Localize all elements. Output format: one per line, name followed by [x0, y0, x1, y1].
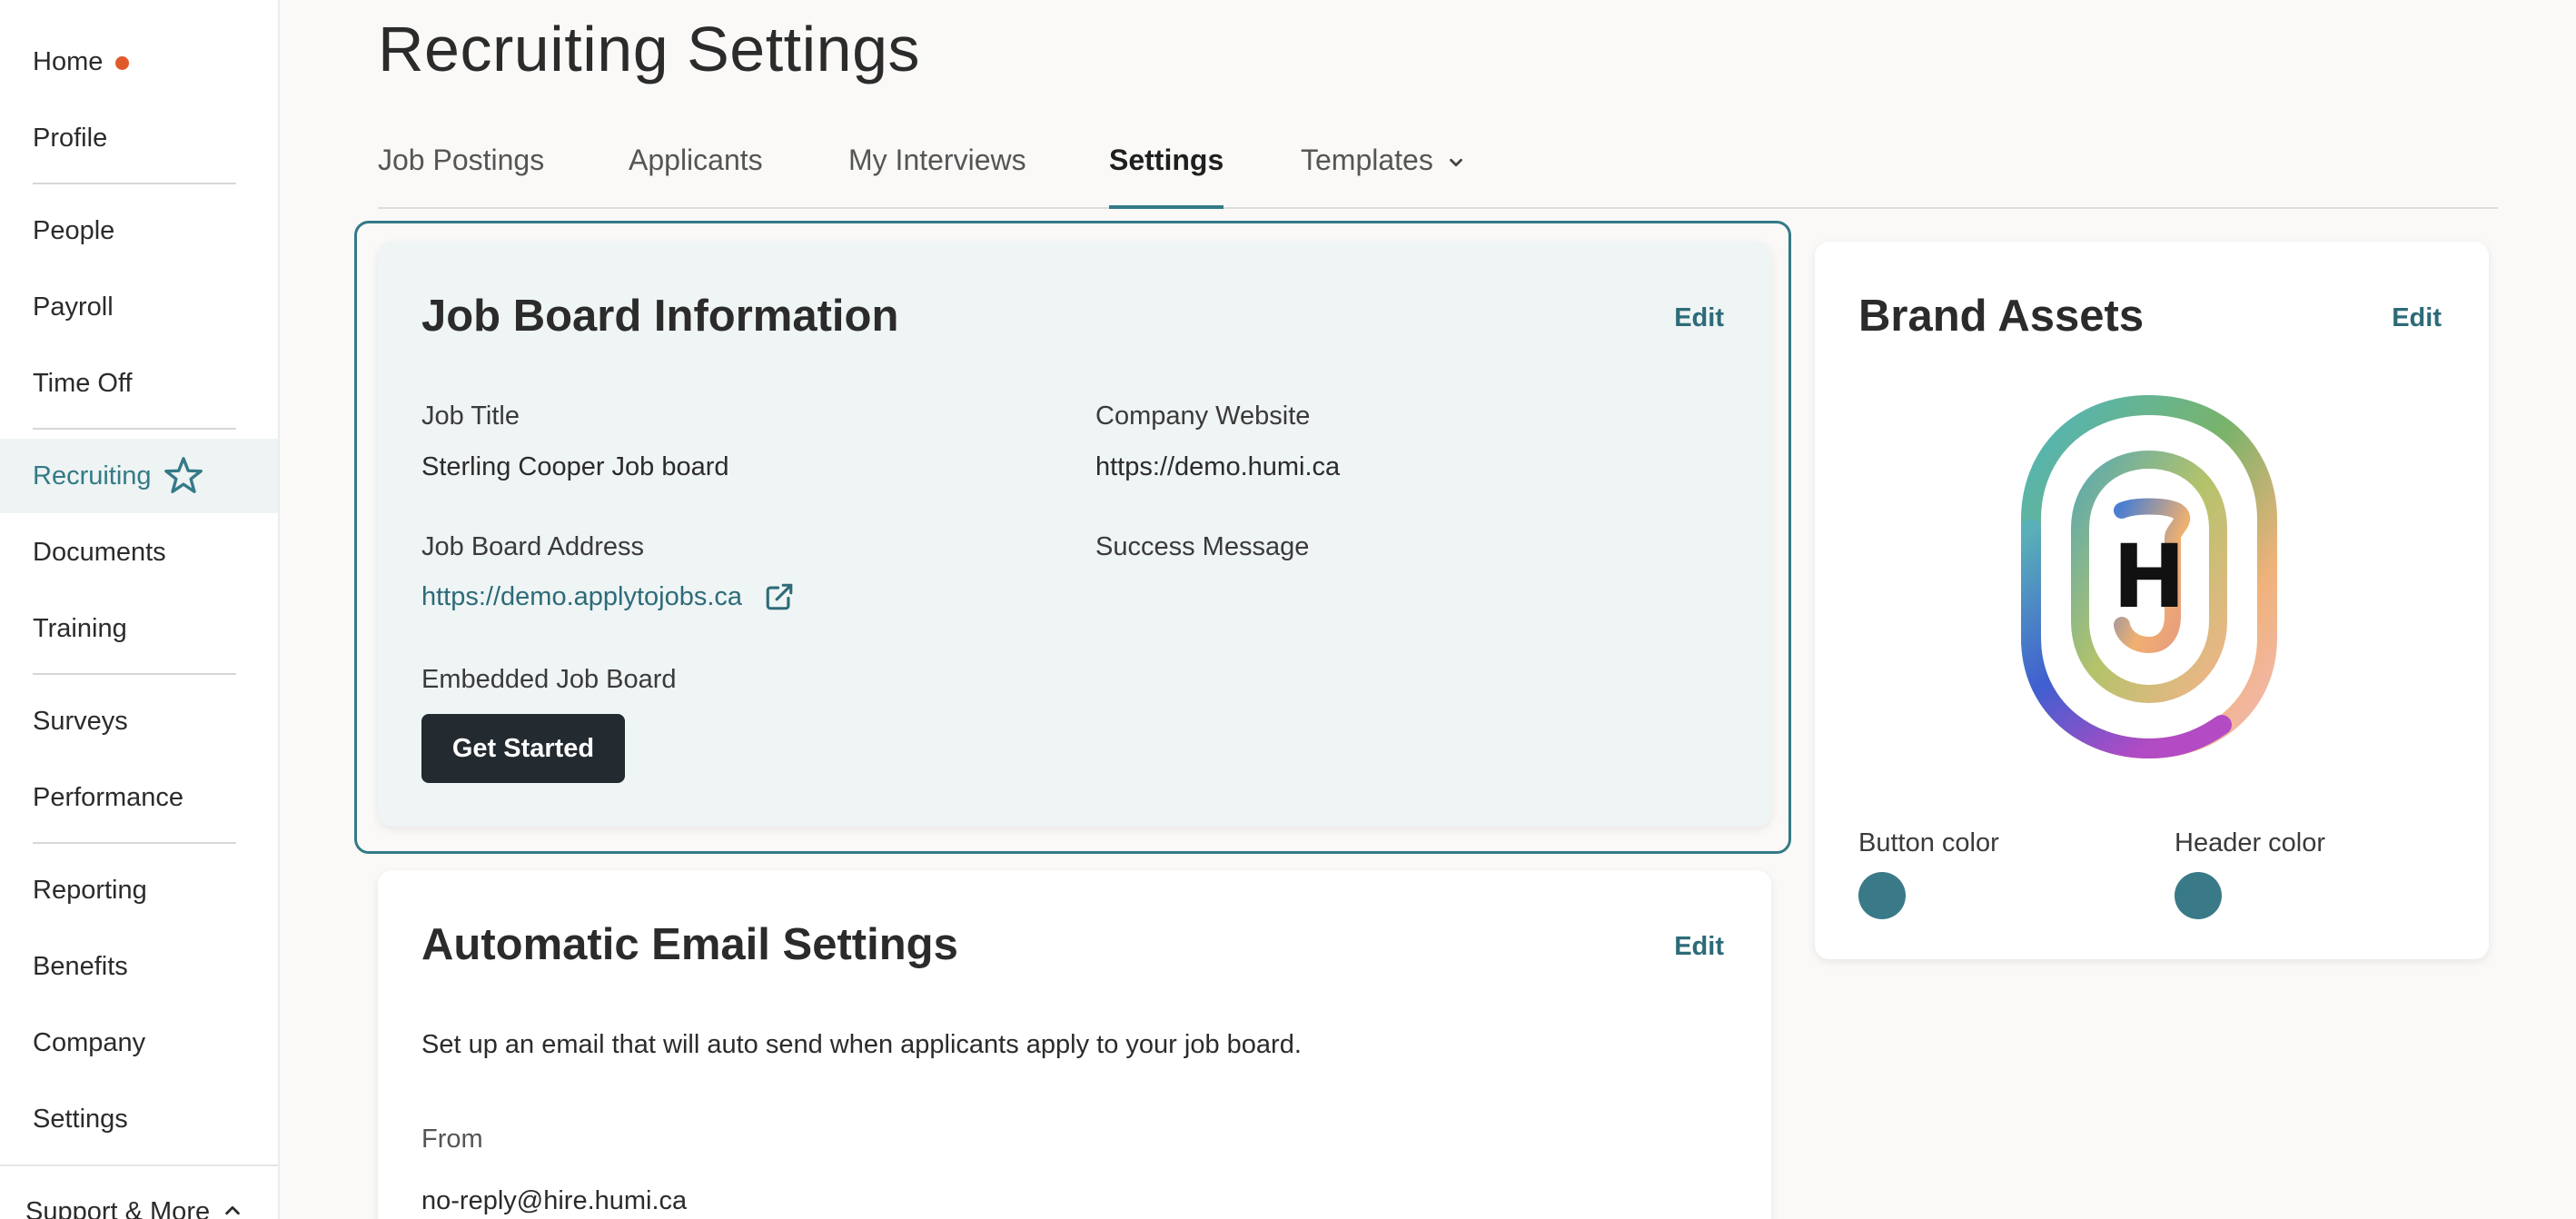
card-title: Job Board Information: [421, 292, 899, 341]
star-icon[interactable]: [163, 455, 204, 497]
button-color-label: Button color: [1858, 828, 1999, 857]
card-title: Automatic Email Settings: [421, 920, 958, 969]
sidebar-divider: [33, 428, 236, 430]
from-label: From: [421, 1125, 483, 1154]
card-title: Brand Assets: [1858, 292, 2145, 341]
sidebar-item-label: Reporting: [33, 875, 147, 905]
brand-logo-icon: H: [2021, 395, 2277, 759]
job-board-address-value: https://demo.applytojobs.ca: [421, 581, 743, 611]
notification-dot-icon: [115, 55, 130, 70]
from-value: no-reply@hire.humi.ca: [421, 1186, 688, 1215]
brand-assets-card: Brand Assets Edit H Button color Header …: [1815, 242, 2489, 959]
success-message-label: Success Message: [1095, 532, 1310, 561]
sidebar-item-payroll[interactable]: Payroll: [0, 270, 278, 344]
sidebar-item-people[interactable]: People: [0, 193, 278, 268]
sidebar-item-label: Settings: [33, 1104, 128, 1134]
sidebar-item-label: Benefits: [33, 951, 128, 981]
tab-label: Templates: [1301, 144, 1433, 176]
sidebar-item-company[interactable]: Company: [0, 1006, 278, 1080]
sidebar-divider: [33, 842, 236, 844]
tab-settings[interactable]: Settings: [1109, 144, 1224, 209]
external-link-icon[interactable]: [764, 581, 795, 612]
sidebar-item-reporting[interactable]: Reporting: [0, 853, 278, 927]
sidebar-item-profile[interactable]: Profile: [0, 101, 278, 175]
sidebar-divider: [33, 183, 236, 184]
sidebar-item-label: Home: [33, 46, 104, 76]
page-title: Recruiting Settings: [378, 14, 921, 84]
chevron-down-icon: [1449, 158, 1462, 167]
job-board-card: Job Board Information Edit Job Title Ste…: [378, 242, 1771, 827]
email-settings-card: Automatic Email Settings Edit Set up an …: [378, 870, 1771, 1219]
sidebar-item-label: Documents: [33, 537, 166, 567]
sidebar-item-performance[interactable]: Performance: [0, 760, 278, 835]
email-description: Set up an email that will auto send when…: [421, 1030, 1302, 1059]
sidebar-item-surveys[interactable]: Surveys: [0, 684, 278, 758]
get-started-button[interactable]: Get Started: [421, 714, 625, 783]
sidebar-item-label: Company: [33, 1027, 146, 1057]
header-color-swatch: [2175, 872, 2222, 919]
edit-brand-assets-button[interactable]: Edit: [2392, 303, 2442, 333]
sidebar-item-label: Surveys: [33, 706, 128, 736]
sidebar-item-label: Time Off: [33, 368, 133, 398]
sidebar-item-label: Recruiting: [33, 461, 152, 491]
embedded-job-board-label: Embedded Job Board: [421, 665, 677, 694]
sidebar-item-label: Performance: [33, 782, 184, 812]
tab-applicants[interactable]: Applicants: [629, 144, 763, 209]
sidebar-item-benefits[interactable]: Benefits: [0, 929, 278, 1004]
chevron-up-icon: [225, 1205, 240, 1215]
sidebar-item-time-off[interactable]: Time Off: [0, 346, 278, 421]
sidebar-divider: [33, 673, 236, 675]
sidebar: Home Profile People Payroll Time Off Rec…: [0, 0, 280, 1219]
logo-letter: H: [2113, 526, 2185, 628]
tab-templates[interactable]: Templates: [1301, 144, 1466, 209]
sidebar-item-documents[interactable]: Documents: [0, 515, 278, 590]
sidebar-item-label: Profile: [33, 123, 108, 153]
sidebar-item-training[interactable]: Training: [0, 591, 278, 666]
tab-job-postings[interactable]: Job Postings: [378, 144, 544, 209]
edit-job-board-button[interactable]: Edit: [1674, 303, 1724, 333]
sidebar-item-label: Training: [33, 613, 127, 643]
job-board-address-link[interactable]: https://demo.applytojobs.ca: [421, 581, 795, 612]
company-website-value: https://demo.humi.ca: [1095, 452, 1341, 481]
sidebar-item-settings[interactable]: Settings: [0, 1082, 278, 1156]
sidebar-item-home[interactable]: Home: [0, 25, 278, 99]
support-and-more-button[interactable]: Support & More: [0, 1164, 278, 1219]
tab-bar: Job Postings Applicants My Interviews Se…: [378, 134, 2498, 209]
sidebar-item-recruiting[interactable]: Recruiting: [0, 439, 278, 513]
header-color-label: Header color: [2175, 828, 2326, 857]
support-label: Support & More: [25, 1197, 211, 1219]
tab-my-interviews[interactable]: My Interviews: [848, 144, 1026, 209]
app-root: Home Profile People Payroll Time Off Rec…: [0, 0, 2576, 1219]
button-color-swatch: [1858, 872, 1906, 919]
sidebar-item-label: People: [33, 215, 115, 245]
job-title-value: Sterling Cooper Job board: [421, 452, 729, 481]
company-website-label: Company Website: [1095, 401, 1311, 431]
edit-email-settings-button[interactable]: Edit: [1674, 932, 1724, 962]
job-title-label: Job Title: [421, 401, 520, 431]
sidebar-item-label: Payroll: [33, 292, 114, 322]
job-board-address-label: Job Board Address: [421, 532, 645, 561]
